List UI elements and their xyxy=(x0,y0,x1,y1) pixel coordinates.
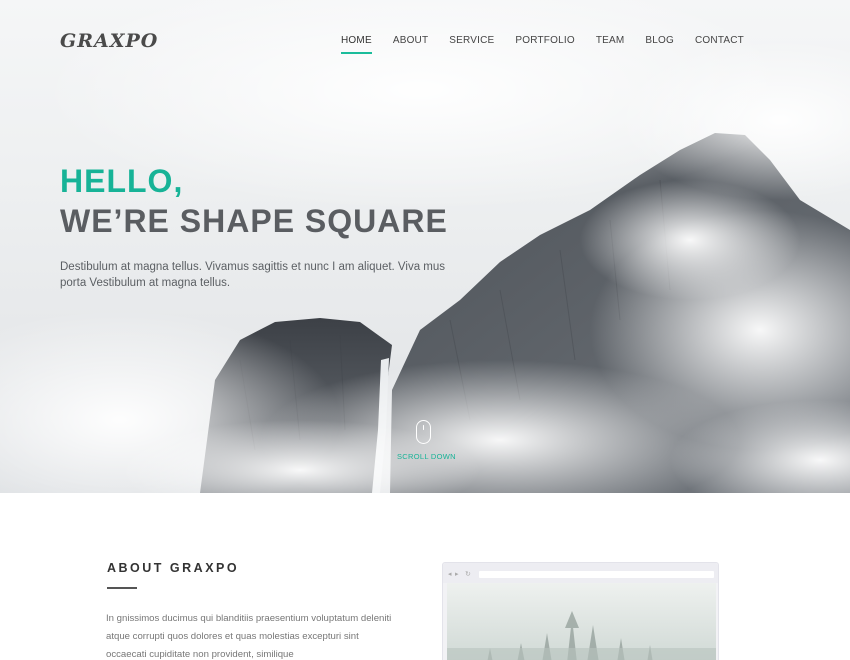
reload-icon: ↻ xyxy=(465,571,471,578)
nav-blog[interactable]: BLOG xyxy=(645,35,674,54)
main-nav: HOME ABOUT SERVICE PORTFOLIO TEAM BLOG C… xyxy=(320,35,744,54)
site-logo[interactable]: GRAXPO xyxy=(60,30,158,52)
nav-portfolio[interactable]: PORTFOLIO xyxy=(515,35,574,54)
hero-greeting: HELLO, xyxy=(60,163,184,199)
hero-section: GRAXPO HOME ABOUT SERVICE PORTFOLIO TEAM… xyxy=(0,0,850,493)
browser-toolbar: ◂ ▸ ↻ xyxy=(443,563,718,583)
nav-about[interactable]: ABOUT xyxy=(393,35,428,54)
about-title: ABOUT GRAXPO xyxy=(107,561,240,575)
about-divider xyxy=(107,587,137,589)
about-text: In gnissimos ducimus qui blanditiis prae… xyxy=(106,613,392,660)
hero-intro: Destibulum at magna tellus. Vivamus sagi… xyxy=(60,261,446,289)
back-arrow-icon: ◂ xyxy=(448,571,452,578)
hero-background-image xyxy=(0,0,850,493)
nav-team[interactable]: TEAM xyxy=(596,35,625,54)
browser-address-bar xyxy=(479,571,714,578)
nav-contact[interactable]: CONTACT xyxy=(695,35,744,54)
scroll-down-link[interactable]: SCROLL DOWN xyxy=(397,452,456,461)
nav-service[interactable]: SERVICE xyxy=(449,35,494,54)
nav-home[interactable]: HOME xyxy=(341,35,372,54)
browser-mockup: ◂ ▸ ↻ xyxy=(442,562,719,660)
browser-screenshot-image xyxy=(447,583,716,660)
forward-arrow-icon: ▸ xyxy=(455,571,459,578)
hero-headline: WE’RE SHAPE SQUARE xyxy=(60,203,448,239)
mouse-icon[interactable] xyxy=(416,420,431,444)
